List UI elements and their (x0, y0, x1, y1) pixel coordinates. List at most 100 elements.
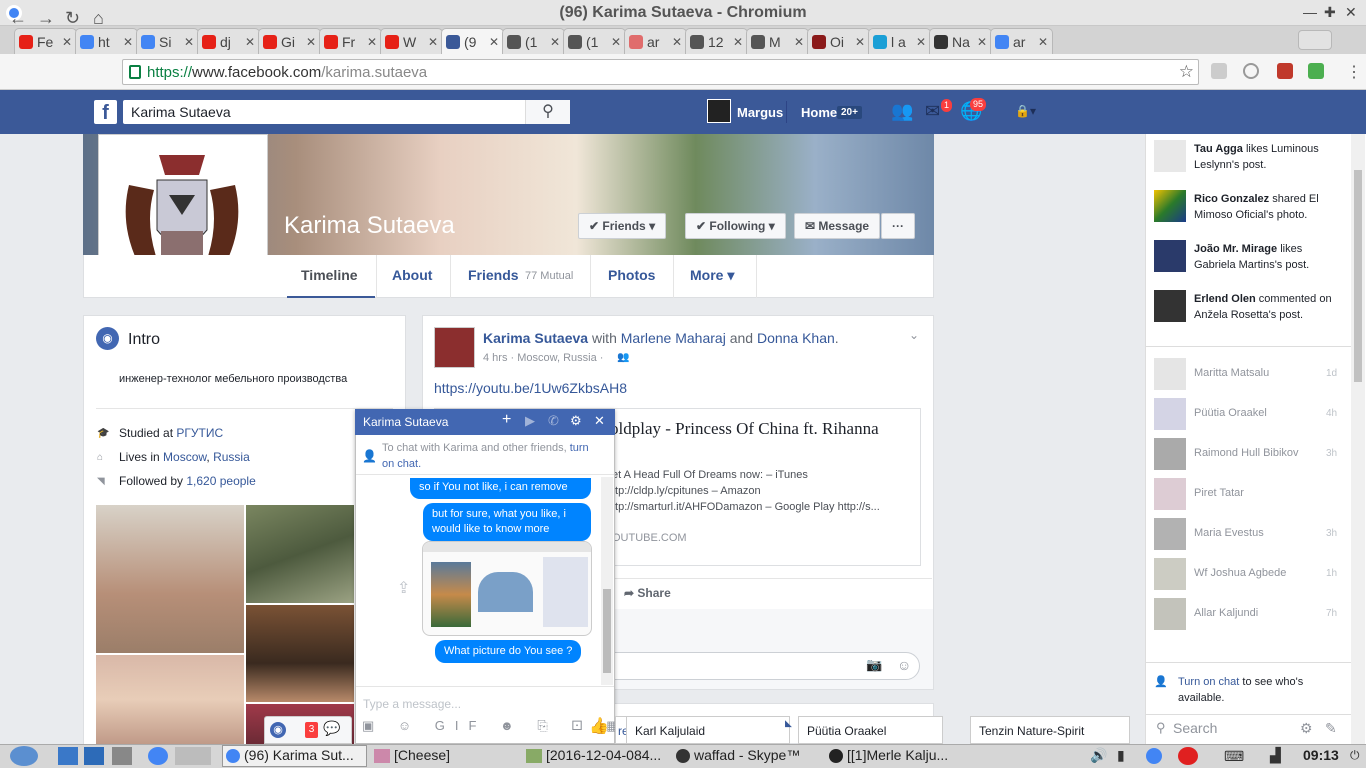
browser-tab[interactable]: Gi ✕ (258, 28, 321, 54)
chat-title[interactable]: Karima Sutaeva (363, 415, 448, 429)
ticker-item[interactable]: Tau Agga likes Luminous Leslynn's post. (1194, 141, 1344, 173)
chat-friend-name[interactable]: Maria Evestus (1194, 527, 1264, 539)
tab-about[interactable]: About (392, 267, 432, 283)
followers-link[interactable]: 1,620 people (186, 474, 255, 488)
share-button[interactable]: ➦ Share (624, 586, 671, 600)
sidebar-search-input[interactable]: Search (1173, 720, 1217, 736)
browser-tab[interactable]: (1 ✕ (563, 28, 626, 54)
friend-avatar[interactable] (1154, 518, 1186, 550)
message-button[interactable]: ✉ Message (794, 213, 881, 239)
add-people-icon[interactable]: + (502, 411, 511, 429)
chat-friend-name[interactable]: Püütia Oraakel (1194, 407, 1267, 419)
post-author-avatar[interactable] (434, 327, 475, 368)
thumbs-up-icon[interactable]: 👍 (589, 716, 609, 736)
chromium-icon[interactable] (148, 747, 168, 765)
close-tab-icon[interactable]: ✕ (550, 35, 560, 49)
network-signal-icon[interactable]: ▟ (1270, 747, 1281, 764)
post-author-link[interactable]: Karima Sutaeva (483, 330, 588, 346)
browser-tab[interactable]: W ✕ (380, 28, 443, 54)
ticker-avatar[interactable] (1154, 240, 1186, 272)
browser-tab[interactable]: Oi ✕ (807, 28, 870, 54)
browser-tab[interactable]: ar ✕ (624, 28, 687, 54)
minimize-icon[interactable]: — (1303, 4, 1317, 20)
back-icon[interactable]: ← (9, 8, 27, 29)
browser-tab[interactable]: (9 ✕ (441, 28, 504, 54)
close-tab-icon[interactable]: ✕ (794, 35, 804, 49)
extension-icon[interactable] (1243, 63, 1259, 79)
browser-tab[interactable]: ht ✕ (75, 28, 138, 54)
chat-friend-name[interactable]: Maritta Matsalu (1194, 367, 1269, 379)
following-button[interactable]: ✔ Following ▾ (685, 213, 786, 239)
chromium-tray-icon[interactable] (1146, 748, 1162, 764)
photo-thumbnail[interactable] (246, 605, 354, 702)
friend-requests-icon[interactable]: 👥 (891, 101, 913, 122)
ticker-item[interactable]: Rico Gonzalez shared El Mimoso Oficial's… (1194, 191, 1344, 223)
photo-thumbnail[interactable] (96, 655, 244, 744)
start-menu-icon[interactable] (10, 746, 38, 766)
chat-friend-name[interactable]: Wf Joshua Agbede (1194, 567, 1286, 579)
close-tab-icon[interactable]: ✕ (306, 35, 316, 49)
city-link[interactable]: Moscow (163, 450, 206, 464)
maximize-icon[interactable]: ✚ (1324, 4, 1336, 21)
country-link[interactable]: Russia (213, 450, 250, 464)
sidebar-scrollbar[interactable] (1351, 134, 1365, 744)
close-tab-icon[interactable]: ✕ (367, 35, 377, 49)
extension-icon[interactable] (1308, 63, 1324, 79)
tab-photos[interactable]: Photos (608, 267, 655, 283)
chat-message-input[interactable]: Type a message... (363, 697, 461, 711)
close-tab-icon[interactable]: ✕ (733, 35, 743, 49)
post-link[interactable]: https://youtu.be/1Uw6ZkbsAH8 (434, 380, 627, 396)
friend-avatar[interactable] (1154, 398, 1186, 430)
friend-avatar[interactable] (1154, 478, 1186, 510)
emoji-icon[interactable]: ☺ (897, 657, 911, 673)
browser-tab[interactable]: Fr ✕ (319, 28, 382, 54)
close-tab-icon[interactable]: ✕ (245, 35, 255, 49)
school-link[interactable]: РГУТИС (176, 426, 223, 440)
chat-tab[interactable]: Tenzin Nature-Spirit (970, 716, 1130, 744)
window-list-icon[interactable] (112, 747, 132, 765)
home-link[interactable]: Home (801, 105, 837, 120)
close-tab-icon[interactable]: ✕ (611, 35, 621, 49)
more-options-button[interactable]: ··· (881, 213, 915, 239)
globe-icon[interactable]: ◉ (270, 722, 286, 738)
chat-tab[interactable]: Püütia Oraakel (798, 716, 943, 744)
tab-friends[interactable]: Friends (468, 267, 519, 283)
browser-tab[interactable]: Na ✕ (929, 28, 992, 54)
close-tab-icon[interactable]: ✕ (855, 35, 865, 49)
settings-gear-icon[interactable]: ⚙ (570, 413, 582, 429)
user-name-link[interactable]: Margus (737, 105, 783, 120)
camera-icon[interactable]: 📷 (866, 657, 882, 673)
browser-tab[interactable]: l a ✕ (868, 28, 931, 54)
power-icon[interactable]: ⏻ (1350, 748, 1360, 763)
file-manager-icon[interactable] (58, 747, 78, 765)
app-launcher-icon[interactable] (84, 747, 104, 765)
close-tab-icon[interactable]: ✕ (672, 35, 682, 49)
friends-button[interactable]: ✔ Friends ▾ (578, 213, 667, 239)
close-chat-icon[interactable]: ✕ (594, 413, 605, 429)
preview-title[interactable]: oldplay - Princess Of China ft. Rihanna (610, 418, 910, 440)
privacy-shortcuts-icon[interactable]: 🔒▾ (1015, 104, 1036, 118)
ticker-avatar[interactable] (1154, 190, 1186, 222)
user-avatar[interactable] (707, 99, 731, 123)
reload-icon[interactable]: ↻ (65, 8, 80, 29)
close-tab-icon[interactable]: ✕ (1038, 35, 1048, 49)
settings-gear-icon[interactable]: ⚙ (1300, 720, 1313, 737)
extension-icon[interactable] (1211, 63, 1227, 79)
new-message-icon[interactable]: ✎ (1325, 720, 1337, 737)
browser-tab[interactable]: Fe ✕ (14, 28, 77, 54)
browser-tab[interactable]: Si ✕ (136, 28, 199, 54)
extension-icon[interactable] (1277, 63, 1293, 79)
bookmark-star-icon[interactable]: ☆ (1179, 62, 1194, 82)
tagged-friend-link[interactable]: Donna Khan (757, 330, 835, 346)
chat-friend-name[interactable]: Allar Kaljundi (1194, 607, 1258, 619)
friend-avatar[interactable] (1154, 358, 1186, 390)
keyboard-icon[interactable]: ⌨ (1224, 748, 1244, 765)
chat-friend-name[interactable]: Raimond Hull Bibikov (1194, 447, 1299, 459)
home-icon[interactable]: ⌂ (93, 8, 104, 29)
chat-tab-overflow-icon[interactable]: ◣ (785, 718, 792, 729)
address-bar[interactable]: https://www.facebook.com/karima.sutaeva … (122, 59, 1199, 85)
phone-icon[interactable]: ✆ (548, 413, 559, 429)
ticker-item[interactable]: Erlend Olen commented on Anžela Rosetta'… (1194, 291, 1344, 323)
taskbar-item[interactable]: [[1]Merle Kalju... (847, 747, 948, 763)
friend-avatar[interactable] (1154, 558, 1186, 590)
